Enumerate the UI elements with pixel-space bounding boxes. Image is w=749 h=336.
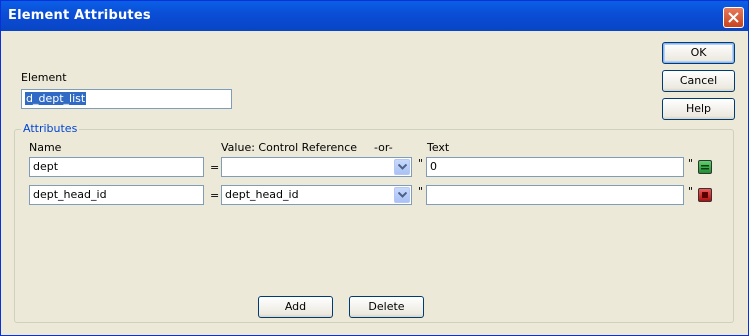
attribute-text-input[interactable]: 0 bbox=[426, 157, 684, 177]
window-title: Element Attributes bbox=[8, 8, 151, 23]
control-reference-combo[interactable]: dept_head_id bbox=[221, 185, 412, 205]
element-value: d_dept_list bbox=[25, 92, 87, 105]
element-input[interactable]: d_dept_list bbox=[21, 89, 232, 109]
attributes-group-label: Attributes bbox=[21, 122, 80, 135]
name-header: Name bbox=[29, 141, 62, 154]
dropdown-button[interactable] bbox=[394, 159, 410, 175]
green-button[interactable] bbox=[698, 160, 712, 174]
help-button[interactable]: Help bbox=[662, 98, 735, 120]
close-icon bbox=[728, 12, 739, 23]
dropdown-button[interactable] bbox=[394, 187, 410, 203]
open-quote: " bbox=[418, 185, 424, 198]
element-attributes-dialog: Element Attributes Element d_dept_list O… bbox=[0, 0, 749, 336]
chevron-down-icon bbox=[398, 164, 407, 170]
red-icon bbox=[702, 192, 708, 198]
title-bar[interactable]: Element Attributes bbox=[1, 1, 748, 31]
or-header: -or- bbox=[374, 141, 393, 154]
attribute-text-input[interactable] bbox=[426, 185, 684, 205]
close-quote: " bbox=[688, 185, 694, 198]
equals-sign: = bbox=[210, 189, 220, 202]
value-header: Value: Control Reference bbox=[221, 141, 358, 154]
red-button[interactable] bbox=[698, 188, 712, 202]
attribute-name-input[interactable]: dept bbox=[29, 157, 204, 177]
delete-button[interactable]: Delete bbox=[349, 296, 424, 318]
attribute-name-input[interactable]: dept_head_id bbox=[29, 185, 204, 205]
equals-sign: = bbox=[210, 161, 220, 174]
element-label: Element bbox=[21, 71, 67, 84]
ok-button[interactable]: OK bbox=[662, 42, 735, 64]
chevron-down-icon bbox=[398, 192, 407, 198]
text-header: Text bbox=[427, 141, 450, 154]
close-button[interactable] bbox=[723, 7, 744, 28]
cancel-button[interactable]: Cancel bbox=[662, 70, 735, 92]
add-button[interactable]: Add bbox=[258, 296, 333, 318]
control-reference-value: dept_head_id bbox=[225, 188, 299, 201]
open-quote: " bbox=[418, 157, 424, 170]
close-quote: " bbox=[688, 157, 694, 170]
green-icon bbox=[701, 165, 709, 170]
control-reference-combo[interactable] bbox=[221, 157, 412, 177]
